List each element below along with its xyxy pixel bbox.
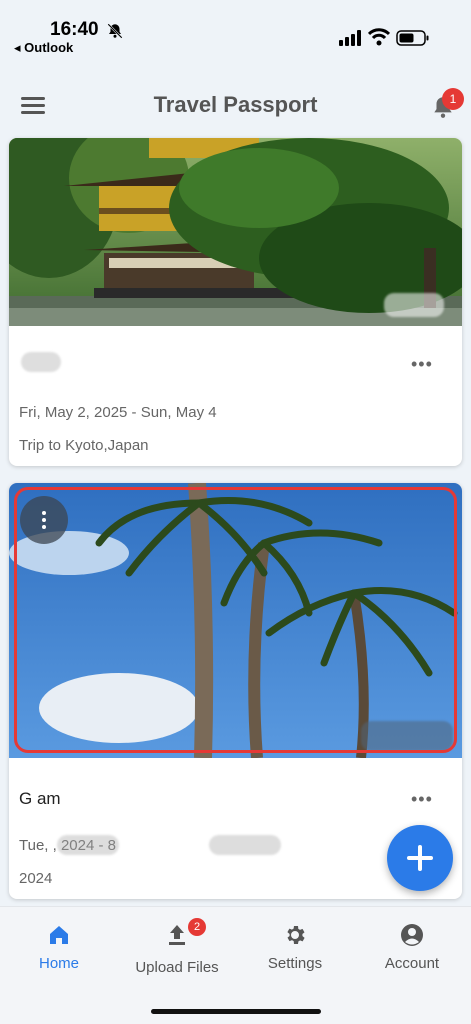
status-time: 16:40 bbox=[50, 19, 99, 40]
page-title: Travel Passport bbox=[153, 92, 318, 117]
app-bar: Travel Passport bbox=[0, 78, 471, 134]
home-icon bbox=[50, 926, 68, 944]
home-indicator bbox=[151, 1009, 321, 1014]
nav-home[interactable]: Home bbox=[0, 907, 118, 987]
trip-card[interactable]: ••• Fri, May 2, 2025 - Sun, May 4 Trip t… bbox=[9, 138, 462, 466]
blurred-date bbox=[209, 835, 281, 855]
more-options-button[interactable]: ••• bbox=[411, 354, 433, 375]
gear-icon bbox=[287, 926, 305, 944]
blurred-label bbox=[361, 721, 453, 751]
nav-settings-label: Settings bbox=[267, 955, 323, 972]
blurred-date bbox=[57, 835, 119, 855]
nav-account[interactable]: Account bbox=[353, 907, 471, 987]
blurred-label bbox=[384, 293, 444, 317]
upload-count-badge: 2 bbox=[188, 918, 206, 936]
battery-icon bbox=[396, 30, 429, 46]
trip-cover-image[interactable] bbox=[9, 483, 462, 758]
bottom-navigation: Home 2 Upload Files Settings Account bbox=[0, 906, 471, 1024]
account-icon bbox=[401, 924, 423, 946]
trip-description: 2024 bbox=[19, 870, 53, 887]
nav-settings[interactable]: Settings bbox=[236, 907, 354, 987]
nav-home-label: Home bbox=[38, 955, 79, 972]
nav-upload-files[interactable]: 2 Upload Files bbox=[118, 907, 236, 987]
trip-name: G am bbox=[19, 789, 61, 808]
wifi-icon bbox=[368, 28, 390, 46]
upload-icon bbox=[169, 925, 185, 945]
bell-muted-icon bbox=[107, 23, 123, 39]
blurred-trip-name bbox=[21, 352, 61, 372]
nav-account-label: Account bbox=[384, 955, 440, 972]
status-bar: 16:40 ◂ Outlook bbox=[0, 0, 471, 62]
trip-description: Trip to Kyoto,Japan bbox=[19, 437, 149, 454]
more-options-button[interactable]: ••• bbox=[411, 789, 433, 810]
add-trip-button[interactable] bbox=[387, 825, 453, 891]
notification-count-badge: 1 bbox=[442, 88, 464, 110]
trip-dates: Fri, May 2, 2025 - Sun, May 4 bbox=[19, 404, 217, 421]
back-to-app-link[interactable]: ◂ Outlook bbox=[14, 40, 73, 56]
nav-upload-label: Upload Files bbox=[135, 959, 219, 976]
cellular-signal-icon bbox=[339, 30, 361, 46]
card-options-button[interactable] bbox=[20, 496, 68, 544]
